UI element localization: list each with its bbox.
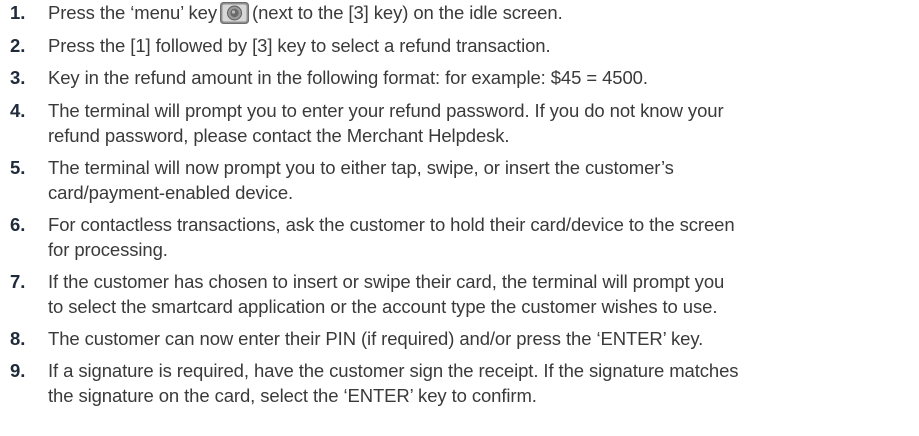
step-line: card/payment-enabled device. — [48, 182, 294, 203]
step-line: to select the smartcard application or t… — [48, 296, 718, 317]
step-text: For contactless transactions, ask the cu… — [48, 212, 735, 262]
step-text: The terminal will prompt you to enter yo… — [48, 98, 724, 148]
step-line: Key in the refund amount in the followin… — [48, 67, 648, 88]
step-text: If the customer has chosen to insert or … — [48, 269, 724, 319]
step-number: 4. — [10, 100, 26, 121]
step-number: 6. — [10, 214, 26, 235]
step-text-after-key: (next to the [3] key) on the idle screen… — [252, 2, 563, 23]
step-text: Key in the refund amount in the followin… — [48, 65, 648, 90]
step-text: Press the ‘menu’ key (next to the [3] ke… — [48, 0, 563, 25]
step-line: If a signature is required, have the cus… — [48, 360, 739, 381]
step-number: 2. — [10, 35, 26, 56]
step-line: If the customer has chosen to insert or … — [48, 271, 725, 292]
step-line: The terminal will now prompt you to eith… — [48, 157, 674, 178]
step-text: The terminal will now prompt you to eith… — [48, 155, 674, 205]
step-line: The customer can now enter their PIN (if… — [48, 328, 704, 349]
step-line: The terminal will prompt you to enter yo… — [48, 100, 724, 121]
step-text: Press the [1] followed by [3] key to sel… — [48, 33, 551, 58]
step-text-before-key: Press the ‘menu’ key — [48, 2, 218, 23]
step-line: Press the [1] followed by [3] key to sel… — [48, 35, 551, 56]
step-line: for processing. — [48, 239, 168, 260]
refund-instructions-list: 1. Press the ‘menu’ key (next to the [3]… — [0, 0, 919, 436]
step-number: 1. — [10, 2, 26, 23]
step-number: 3. — [10, 67, 26, 88]
menu-key-icon — [220, 2, 250, 24]
step-text: The customer can now enter their PIN (if… — [48, 326, 703, 351]
step-number: 5. — [10, 157, 26, 178]
step-text: If a signature is required, have the cus… — [48, 358, 739, 408]
step-line: For contactless transactions, ask the cu… — [48, 214, 735, 235]
step-line: the signature on the card, select the ‘E… — [48, 385, 537, 406]
step-number: 8. — [10, 328, 26, 349]
step-number: 9. — [10, 360, 26, 381]
step-line: refund password, please contact the Merc… — [48, 125, 510, 146]
step-number: 7. — [10, 271, 26, 292]
